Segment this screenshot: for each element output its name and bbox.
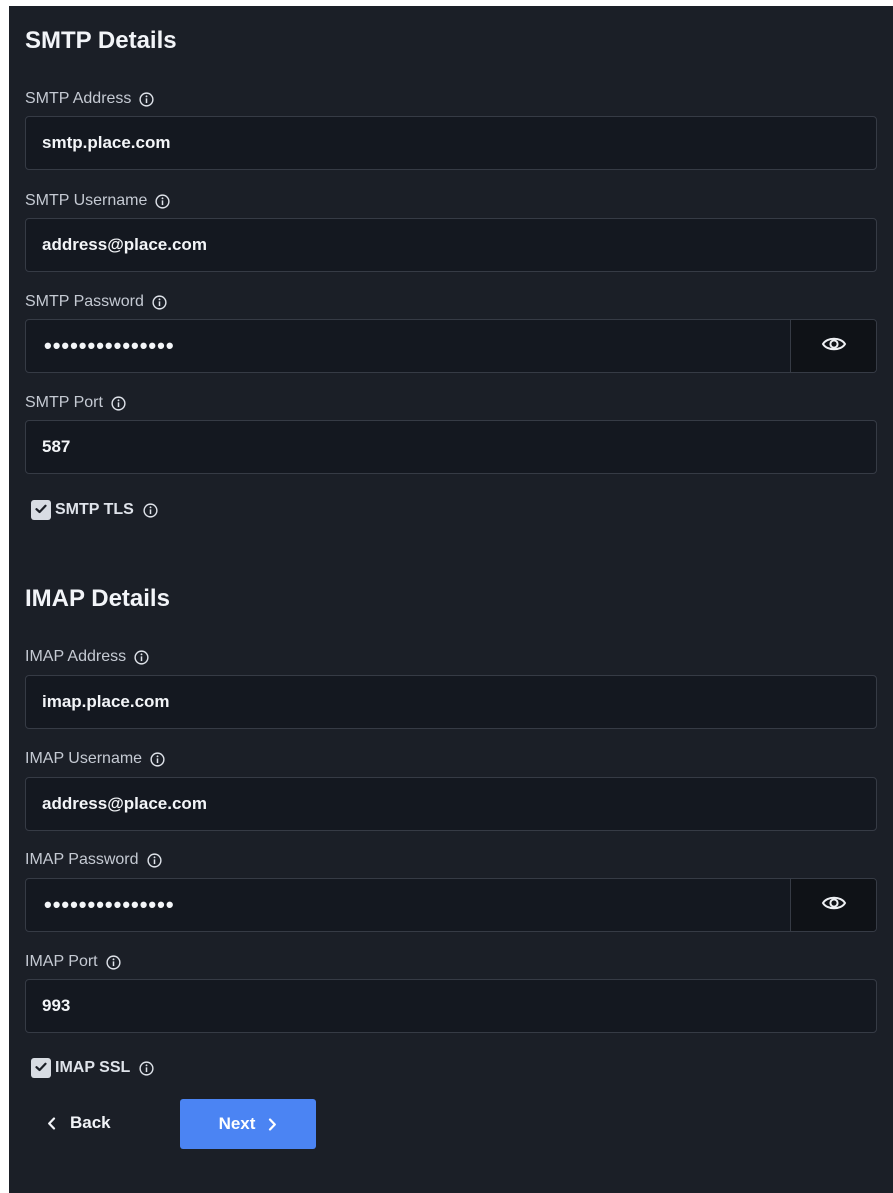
check-icon (35, 501, 47, 519)
imap-address-input[interactable]: imap.place.com (25, 675, 877, 729)
back-button[interactable]: Back (47, 1106, 111, 1140)
next-button-label[interactable]: Next (219, 1114, 256, 1134)
smtp-port-input[interactable]: 587 (25, 420, 877, 474)
check-icon (35, 1059, 47, 1077)
smtp-address-label: SMTP Address (25, 89, 155, 109)
imap-section-title: IMAP Details (25, 585, 170, 612)
smtp-username-input[interactable]: address@place.com (25, 218, 877, 272)
smtp-show-password-button[interactable] (790, 320, 876, 372)
chevron-left-icon (47, 1116, 56, 1130)
smtp-section-title: SMTP Details (25, 27, 177, 54)
imap-port-label: IMAP Port (25, 952, 121, 972)
smtp-tls-checkbox[interactable] (31, 500, 51, 520)
smtp-address-input[interactable]: smtp.place.com (25, 116, 877, 170)
eye-icon (821, 335, 847, 358)
email-settings-panel: SMTP Details SMTP Address smtp.place.com… (9, 6, 893, 1193)
next-button[interactable]: Next (180, 1099, 316, 1149)
imap-password-label: IMAP Password (25, 850, 162, 870)
chevron-right-icon (268, 1117, 277, 1131)
smtp-password-input[interactable]: ••••••••••••••• (25, 319, 877, 373)
imap-port-input[interactable]: 993 (25, 979, 877, 1033)
info-icon[interactable] (150, 751, 165, 767)
info-icon[interactable] (143, 502, 158, 518)
smtp-tls-label[interactable]: SMTP TLS (55, 501, 134, 519)
imap-ssl-checkbox[interactable] (31, 1058, 51, 1078)
imap-password-input[interactable]: ••••••••••••••• (25, 878, 877, 932)
info-icon[interactable] (139, 1060, 154, 1076)
info-icon[interactable] (146, 852, 162, 868)
imap-password-value[interactable]: ••••••••••••••• (26, 892, 790, 918)
smtp-username-label: SMTP Username (25, 191, 170, 211)
imap-username-label: IMAP Username (25, 749, 165, 769)
smtp-port-label: SMTP Port (25, 393, 126, 413)
smtp-tls-checkbox-row[interactable]: SMTP TLS (31, 500, 158, 520)
imap-address-label: IMAP Address (25, 647, 149, 667)
eye-icon (821, 894, 847, 917)
info-icon[interactable] (134, 649, 149, 665)
back-button-label[interactable]: Back (70, 1113, 111, 1133)
smtp-password-value[interactable]: ••••••••••••••• (26, 333, 790, 359)
smtp-password-label: SMTP Password (25, 292, 167, 312)
imap-ssl-checkbox-row[interactable]: IMAP SSL (31, 1058, 154, 1078)
imap-username-input[interactable]: address@place.com (25, 777, 877, 831)
info-icon[interactable] (106, 954, 121, 970)
info-icon[interactable] (139, 91, 155, 107)
imap-show-password-button[interactable] (790, 879, 876, 931)
info-icon[interactable] (152, 294, 167, 310)
info-icon[interactable] (111, 395, 126, 411)
info-icon[interactable] (155, 193, 170, 209)
imap-ssl-label[interactable]: IMAP SSL (55, 1059, 130, 1077)
